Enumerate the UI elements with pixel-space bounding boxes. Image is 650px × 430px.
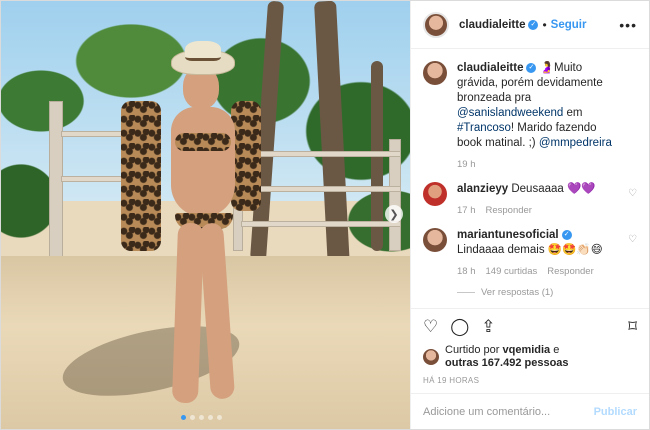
comment-input[interactable]: Adicione um comentário... <box>423 406 550 418</box>
hashtag-link[interactable]: #Trancoso <box>457 122 511 134</box>
likes-summary: Curtido por vqemidia e outras 167.492 pe… <box>411 344 649 370</box>
fence-post <box>49 101 63 266</box>
carousel-dot <box>181 415 186 420</box>
bookmark-icon[interactable]: ⌑ <box>628 317 637 337</box>
leg <box>171 222 205 404</box>
avatar[interactable] <box>423 61 447 85</box>
caption-text: em <box>566 107 583 119</box>
verified-icon: ✓ <box>561 229 572 240</box>
hat-crown <box>185 41 221 61</box>
comment-username[interactable]: alanzieyy <box>457 183 508 195</box>
leopard-wrap <box>231 101 261 211</box>
post-sidebar: claudialeitte ✓ • Seguir ••• claudialeit… <box>410 1 649 429</box>
avatar[interactable] <box>423 228 447 252</box>
comment-likes[interactable]: 149 curtidas <box>486 264 538 279</box>
like-comment-heart-icon[interactable]: ♡ <box>628 234 637 245</box>
leg <box>198 222 236 400</box>
bikini-top <box>175 133 231 151</box>
replies-line <box>457 292 475 293</box>
likes-and: e <box>553 344 560 356</box>
view-replies-label[interactable]: Ver respostas (1) <box>481 287 553 298</box>
post-timestamp[interactable]: HÁ 19 HORAS <box>411 370 649 393</box>
separator: • <box>542 17 547 32</box>
avatar[interactable] <box>423 182 447 206</box>
carousel-dot <box>199 415 204 420</box>
verified-icon: ✓ <box>526 62 537 73</box>
more-options-icon[interactable]: ••• <box>619 17 637 33</box>
carousel-dot <box>208 415 213 420</box>
torso <box>171 107 235 217</box>
carousel-dot <box>190 415 195 420</box>
carousel-dots <box>181 415 222 420</box>
leopard-wrap <box>121 101 161 251</box>
comment-row: mariantunesoficial ✓ Lindaaaa demais 🤩🤩👏🏻… <box>423 228 637 279</box>
add-comment-bar: Adicione um comentário... Publicar <box>411 393 649 429</box>
reply-button[interactable]: Responder <box>486 203 532 218</box>
comment-time: 17 h <box>457 205 476 216</box>
publish-button[interactable]: Publicar <box>594 406 637 418</box>
caption: claudialeitte ✓ 🤰Muito grávida, porém dev… <box>423 61 637 172</box>
share-icon[interactable]: ⇪ <box>481 317 495 337</box>
mention-link[interactable]: @mmpedreira <box>539 137 612 149</box>
reply-button[interactable]: Responder <box>547 264 593 279</box>
liker-username[interactable]: vqemidia <box>502 344 550 356</box>
comment-time: 18 h <box>457 266 476 277</box>
instagram-post: ❯ claudialeitte ✓ • Seguir ••• claudiale… <box>0 0 650 430</box>
comments-list[interactable]: claudialeitte ✓ 🤰Muito grávida, porém dev… <box>411 49 649 308</box>
comment-text: Deusaaaa 💜💜 <box>511 183 596 195</box>
comment-text: Lindaaaa demais 🤩🤩👏🏻😄 <box>457 244 603 256</box>
likes-prefix: Curtido por <box>445 344 500 356</box>
caption-time: 19 h <box>457 159 476 170</box>
comment-row: alanzieyy Deusaaaa 💜💜 17 h Responder ♡ <box>423 182 637 218</box>
caption-username[interactable]: claudialeitte <box>457 62 523 74</box>
chevron-right-icon: ❯ <box>389 208 399 221</box>
username-link[interactable]: claudialeitte <box>459 19 525 31</box>
avatar[interactable] <box>423 11 449 38</box>
likes-count[interactable]: outras 167.492 pessoas <box>445 357 569 369</box>
comment-username[interactable]: mariantunesoficial <box>457 229 559 241</box>
heart-icon[interactable]: ♡ <box>423 317 438 337</box>
comment-icon[interactable]: ◯ <box>450 317 469 337</box>
post-header: claudialeitte ✓ • Seguir ••• <box>411 1 649 49</box>
action-bar: ♡ ◯ ⇪ ⌑ <box>411 308 649 344</box>
post-photo[interactable]: ❯ <box>1 1 410 429</box>
person-figure <box>121 41 271 411</box>
carousel-dot <box>217 415 222 420</box>
like-comment-heart-icon[interactable]: ♡ <box>628 188 637 199</box>
mention-link[interactable]: @sanislandweekend <box>457 107 563 119</box>
follow-button[interactable]: Seguir <box>551 19 587 31</box>
verified-icon: ✓ <box>528 19 539 30</box>
carousel-next-button[interactable]: ❯ <box>385 205 403 223</box>
avatar[interactable] <box>423 349 439 365</box>
view-replies[interactable]: Ver respostas (1) <box>457 287 637 298</box>
